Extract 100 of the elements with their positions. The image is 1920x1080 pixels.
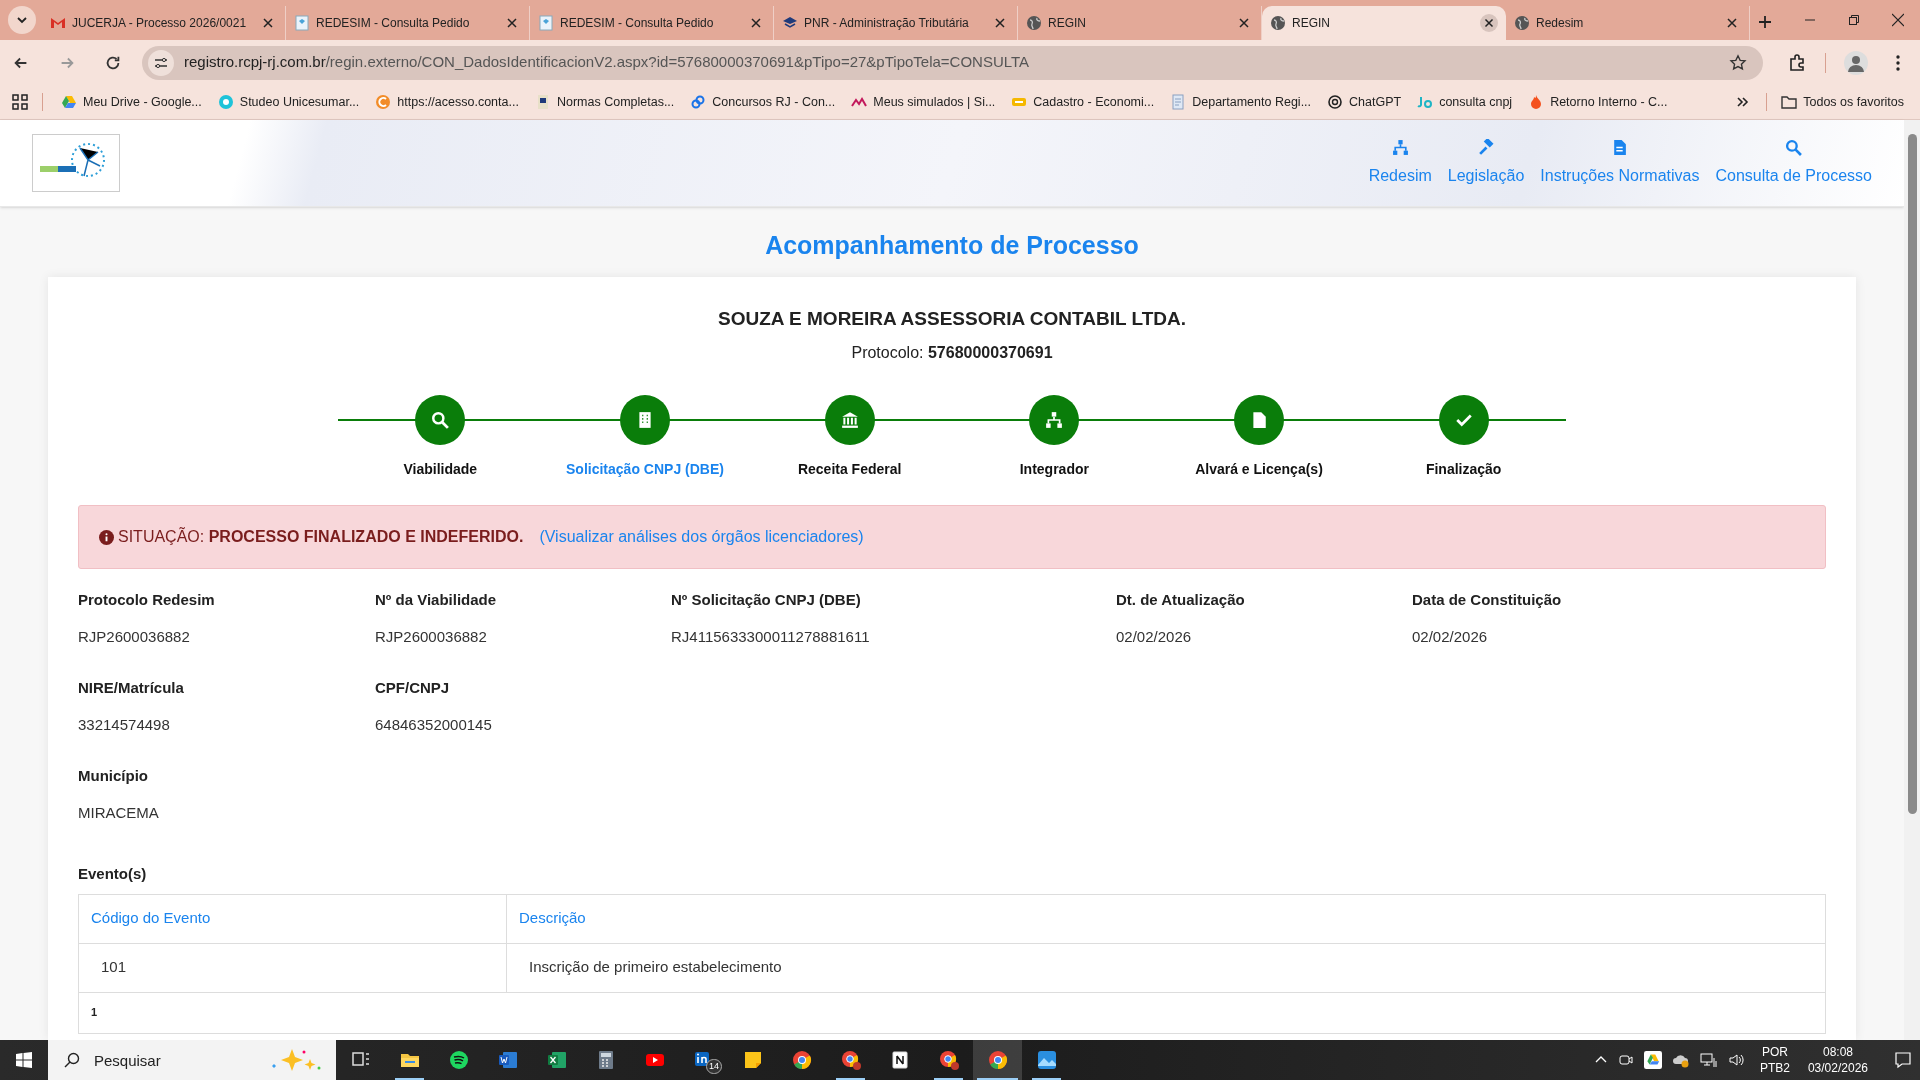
clock[interactable]: 08:08 03/02/2026 [1807, 1044, 1868, 1076]
photos-icon [1035, 1049, 1058, 1071]
globe-icon [1026, 15, 1042, 31]
bookmark[interactable]: https://acesso.conta... [369, 88, 525, 116]
field-value: RJP2600036882 [375, 626, 488, 647]
bookmark[interactable]: Concursos RJ - Con... [684, 88, 842, 116]
bookmark[interactable]: Cadastro - Economi... [1005, 88, 1161, 116]
table-cell-text: 101 [101, 957, 127, 978]
cloud-icon[interactable] [1671, 1052, 1690, 1068]
field-value: 02/02/2026 [1116, 626, 1193, 647]
browser-profile-icon [937, 1049, 960, 1071]
bookmark-icon [1417, 94, 1434, 110]
spreadsheet-icon [545, 1049, 568, 1071]
field-label: Data de Constituição [1412, 590, 1563, 610]
field-label: NIRE/Matrícula [78, 678, 185, 698]
network-icon[interactable] [1699, 1052, 1718, 1068]
table-cell-text: Inscrição de primeiro estabelecimento [529, 957, 782, 978]
taskbar-app[interactable]: 14 [679, 1040, 728, 1080]
bookmark[interactable]: Meus simulados | Si... [845, 88, 1002, 116]
tab-title: JUCERJA - Processo 2026/0021 [72, 15, 248, 32]
bookmark-icon [690, 94, 707, 110]
network-icon [1391, 138, 1409, 156]
step-label[interactable]: Alvará e Licença(s) [1195, 459, 1323, 480]
document-icon [294, 15, 310, 31]
redesim-logo[interactable] [32, 134, 120, 192]
column-header[interactable]: Descrição [519, 907, 586, 930]
taskbar-app[interactable] [973, 1040, 1022, 1080]
camera-icon[interactable] [1617, 1052, 1634, 1068]
bookmark-icon [61, 94, 77, 110]
folder-icon [1781, 94, 1798, 110]
document-icon [1611, 138, 1629, 156]
info-icon [99, 529, 114, 545]
all-bookmarks-folder[interactable]: Todos os favoritos [1781, 92, 1908, 112]
spotify-icon [447, 1049, 470, 1071]
volume-icon[interactable] [1727, 1052, 1746, 1068]
more-bookmarks-icon[interactable] [1736, 95, 1751, 109]
company-name: SOUZA E MOREIRA ASSESSORIA CONTABIL LTDA. [718, 306, 1186, 331]
field-label: Dt. de Atualização [1116, 590, 1246, 610]
bookmark[interactable]: Meu Drive - Google... [55, 88, 208, 116]
bookmark[interactable]: Departamento Regi... [1164, 88, 1318, 116]
emblem-icon [782, 15, 798, 31]
tab-title: PNR - Administração Tributária [804, 15, 970, 32]
drive-icon[interactable] [1643, 1051, 1662, 1069]
site-settings-icon[interactable] [148, 49, 174, 76]
step-label[interactable]: Viabilidade [403, 459, 478, 480]
language-indicator[interactable]: POR PTB2 [1759, 1044, 1790, 1076]
field-label: Nº da Viabilidade [375, 590, 498, 610]
column-header[interactable]: Código do Evento [91, 907, 211, 930]
field-value: RJP2600036882 [78, 626, 191, 647]
tab-title: REDESIM - Consulta Pedido [560, 15, 715, 32]
bookmark[interactable]: consulta cnpj [1411, 88, 1519, 116]
bookmark-icon [375, 94, 392, 110]
page-number[interactable]: 1 [91, 1004, 98, 1021]
step-label[interactable]: Solicitação CNPJ (DBE) [566, 459, 724, 480]
tab-search-button[interactable] [8, 6, 36, 34]
browser-profile-icon [839, 1049, 862, 1071]
notification-badge: 14 [706, 1058, 722, 1074]
url-text: registro.rcpj-rj.com.br/regin.externo/CON_DadosIdentificacionV2.aspx?id=57680000370691&pTipo=27&pTipoTela=CONSULTA [184, 52, 1030, 73]
address-bar[interactable]: registro.rcpj-rj.com.br/regin.externo/CON_DadosIdentificacionV2.aspx?id=57680000370691&pTipo=27&pTipoTela=CONSULTA [142, 45, 1763, 80]
document-icon [1250, 411, 1268, 429]
browser-tab[interactable]: REGIN [1262, 6, 1506, 40]
caret-icon [16, 14, 28, 26]
field-label: Nº Solicitação CNPJ (DBE) [671, 590, 862, 610]
nav-link[interactable]: Consulta de Processo [1715, 138, 1872, 188]
search-icon [64, 1052, 80, 1068]
taskbar-search-field[interactable]: Pesquisar [48, 1040, 336, 1080]
scrollbar-thumb[interactable] [1907, 134, 1917, 814]
bank-icon [840, 411, 859, 429]
protocol-text: Protocolo: 57680000370691 [851, 343, 1053, 363]
bookmark-icon [217, 94, 234, 110]
apps-icon[interactable] [12, 94, 28, 110]
search-icon [1785, 138, 1803, 156]
field-value: 33214574498 [78, 714, 171, 735]
new-tab-icon[interactable] [1758, 15, 1772, 29]
bookmark[interactable]: Retorno Interno - C... [1522, 88, 1674, 116]
field-value: 02/02/2026 [1412, 626, 1489, 647]
bookmark[interactable]: ChatGPT [1321, 88, 1408, 116]
page-title: Acompanhamento de Processo [765, 230, 1139, 261]
tab-title: Redesim [1536, 15, 1585, 32]
bookmark[interactable]: Studeo Unicesumar... [211, 88, 366, 116]
step-label[interactable]: Receita Federal [797, 459, 902, 480]
tab-title: REGIN [1048, 15, 1087, 32]
word-icon [496, 1049, 519, 1071]
field-label: Protocolo Redesim [78, 590, 216, 610]
bookmark-icon [1170, 94, 1187, 110]
notifications-icon[interactable] [1894, 1051, 1912, 1069]
field-value: RJ4115633300011278881611 [671, 626, 871, 647]
bookmark[interactable]: Normas Completas... [528, 88, 681, 116]
scrollbar[interactable] [1904, 120, 1920, 1040]
profile-avatar-icon[interactable] [1844, 50, 1868, 75]
status-text: SITUAÇÃO: PROCESSO FINALIZADO E INDEFERIDO. [118, 526, 524, 547]
step-label[interactable]: Finalização [1425, 459, 1502, 480]
close-icon[interactable] [1480, 14, 1498, 32]
network-icon [1045, 411, 1064, 429]
step-label[interactable]: Integrador [1019, 459, 1089, 480]
extensions-icon[interactable] [1787, 52, 1807, 73]
chrome-icon [986, 1049, 1009, 1071]
windows-icon [16, 1052, 32, 1068]
star-icon[interactable] [1729, 53, 1747, 72]
bookmark-icon [1327, 94, 1344, 110]
